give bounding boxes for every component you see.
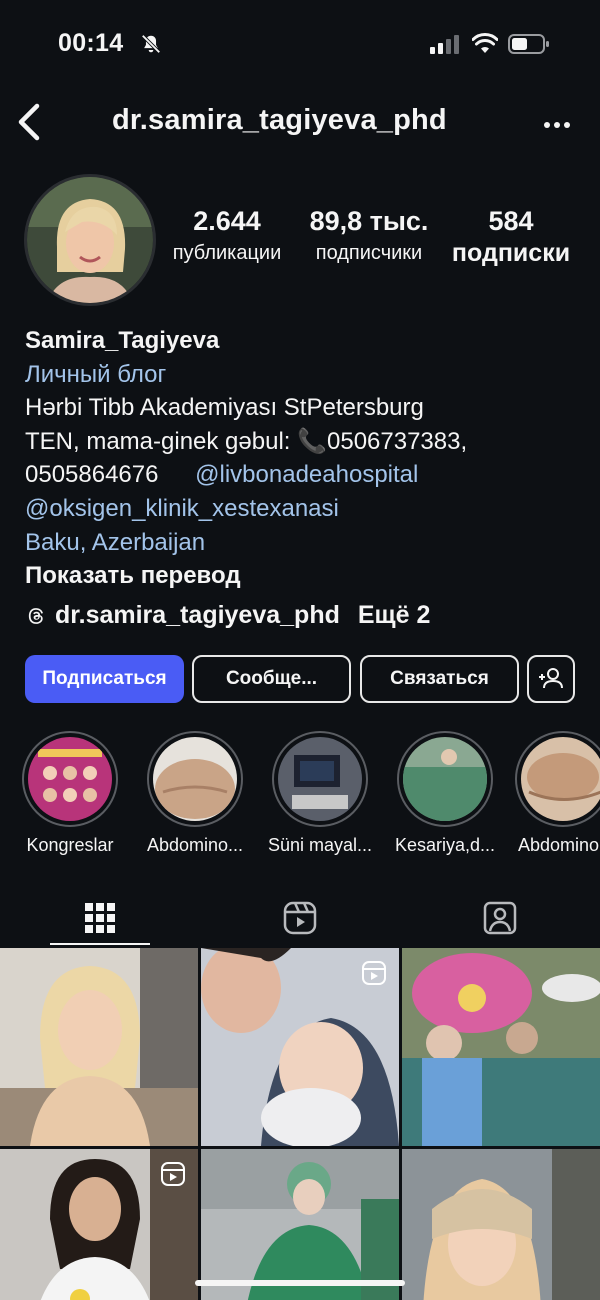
highlight-label: Abdomino bbox=[518, 835, 600, 855]
highlight-label: Abdomino... bbox=[146, 835, 244, 855]
post-thumbnail[interactable] bbox=[0, 1149, 198, 1300]
threads-handle: dr.samira_tagiyeva_phd bbox=[55, 601, 340, 629]
tab-grid[interactable] bbox=[0, 890, 200, 946]
post-thumbnail[interactable] bbox=[0, 948, 198, 1146]
bio-line-2: TEN, mama-ginek gəbul: 📞0506737383, bbox=[25, 427, 468, 455]
followers-count: 89,8 тыс. bbox=[309, 206, 429, 236]
stat-following[interactable]: 584 подписки bbox=[446, 204, 576, 268]
follow-button[interactable]: Подписаться bbox=[25, 655, 184, 703]
suggest-users-button[interactable] bbox=[527, 655, 575, 703]
highlight-label: Kesariya,d... bbox=[394, 835, 496, 855]
status-bar: 00:14 bbox=[0, 0, 600, 90]
more-dots-icon bbox=[544, 122, 570, 128]
highlight-label: Süni mayal... bbox=[267, 835, 373, 855]
signal-icon bbox=[430, 35, 459, 54]
reels-icon bbox=[283, 901, 317, 935]
more-options-button[interactable] bbox=[540, 108, 574, 142]
bio-phone: 0505864676 bbox=[25, 461, 159, 489]
post-thumbnail[interactable] bbox=[402, 1149, 600, 1300]
bio-line-3: 0505864676 @livbonadeahospital bbox=[25, 458, 585, 492]
highlight-abdomino-1[interactable]: Abdomino... bbox=[140, 731, 250, 856]
battery-icon bbox=[508, 34, 549, 54]
tab-reels[interactable] bbox=[200, 890, 400, 946]
more-links[interactable]: Ещё 2 bbox=[358, 601, 431, 630]
profile-username-title: dr.samira_tagiyeva_phd bbox=[112, 104, 447, 136]
following-label: подписки bbox=[451, 239, 571, 267]
followers-label: подписчики bbox=[315, 242, 423, 264]
bio-line-1: Hərbi Tibb Akademiyası StPetersburg bbox=[25, 394, 424, 422]
add-user-icon bbox=[539, 668, 563, 689]
mention-livbonadea[interactable]: @livbonadeahospital bbox=[195, 461, 418, 488]
reel-badge-icon bbox=[161, 1162, 185, 1186]
back-button[interactable] bbox=[12, 100, 46, 144]
profile-bio: Samira_Tagiyeva Личный блог Hərbi Tibb A… bbox=[25, 324, 585, 593]
tab-tagged[interactable] bbox=[400, 890, 600, 946]
bio-location[interactable]: Baku, Azerbaijan bbox=[25, 526, 585, 560]
back-chevron-icon bbox=[18, 103, 40, 141]
contact-button[interactable]: Связаться bbox=[360, 655, 519, 703]
highlight-kesariya[interactable]: Kesariya,d... bbox=[390, 731, 500, 856]
grid-icon bbox=[85, 903, 115, 933]
home-indicator[interactable] bbox=[195, 1280, 405, 1286]
posts-label: публикации bbox=[172, 242, 282, 264]
status-time: 00:14 bbox=[58, 29, 124, 57]
mention-oksigen[interactable]: @oksigen_klinik_xestexanasi bbox=[25, 492, 585, 526]
threads-icon bbox=[28, 607, 43, 624]
stat-followers[interactable]: 89,8 тыс. подписчики bbox=[302, 204, 436, 268]
post-thumbnail[interactable] bbox=[201, 948, 399, 1146]
profile-category[interactable]: Личный блог bbox=[25, 358, 585, 392]
bell-off-icon bbox=[141, 34, 161, 54]
wifi-icon bbox=[472, 33, 498, 53]
highlight-kongreslar[interactable]: Kongreslar bbox=[15, 731, 125, 856]
message-button[interactable]: Сообще... bbox=[192, 655, 351, 703]
stat-posts[interactable]: 2.644 публикации bbox=[162, 204, 292, 268]
post-thumbnail[interactable] bbox=[201, 1149, 399, 1300]
posts-count: 2.644 bbox=[193, 206, 261, 236]
show-translation-link[interactable]: Показать перевод bbox=[25, 559, 585, 593]
active-tab-indicator bbox=[50, 943, 150, 945]
highlight-abdomino-2[interactable]: Abdomino bbox=[515, 731, 600, 856]
tagged-icon bbox=[483, 901, 517, 935]
post-thumbnail[interactable] bbox=[402, 948, 600, 1146]
profile-avatar[interactable] bbox=[24, 174, 156, 306]
profile-display-name: Samira_Tagiyeva bbox=[25, 327, 220, 354]
following-count: 584 bbox=[488, 206, 534, 236]
threads-link-row[interactable]: dr.samira_tagiyeva_phd Ещё 2 bbox=[25, 601, 430, 630]
highlight-suni-mayal[interactable]: Süni mayal... bbox=[265, 731, 375, 856]
highlight-label: Kongreslar bbox=[26, 835, 114, 855]
reel-badge-icon bbox=[362, 961, 386, 985]
